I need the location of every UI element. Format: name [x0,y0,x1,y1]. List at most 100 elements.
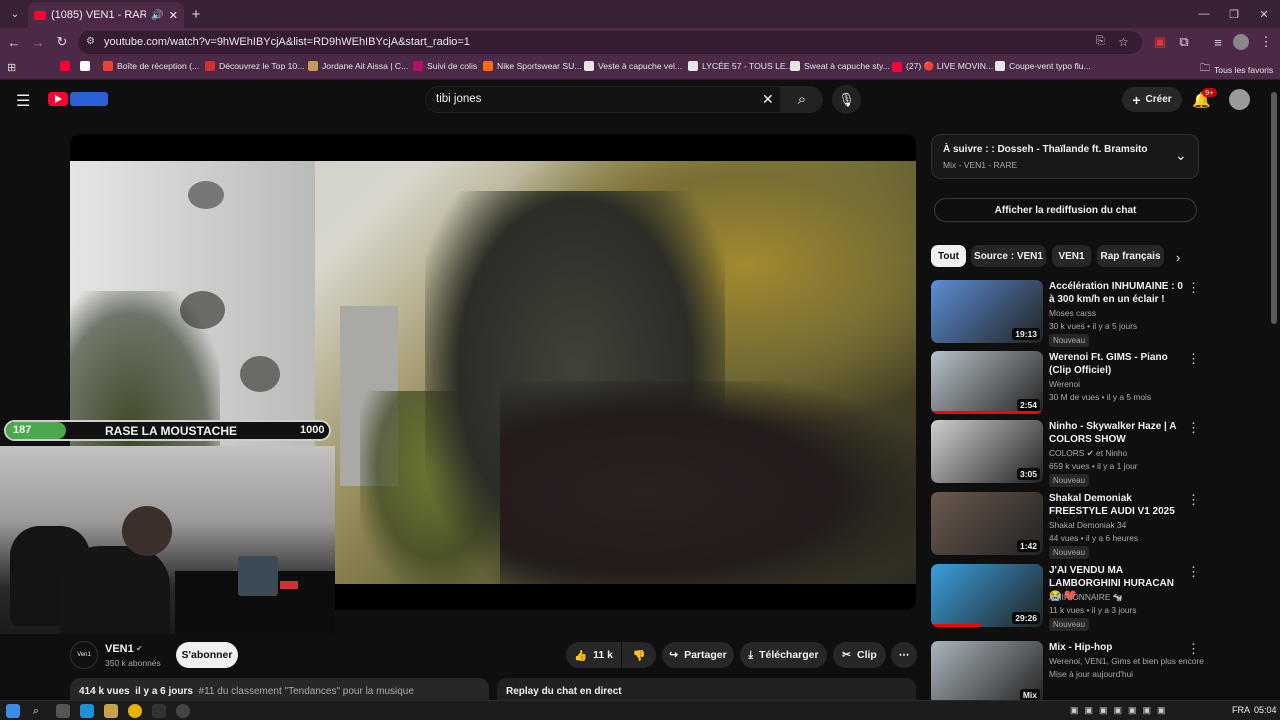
bookmark-item[interactable]: (27) 🔴 LIVE MOVIN... [892,61,993,72]
tab-search-icon[interactable]: ⌄ [6,5,24,23]
subscribe-button[interactable]: S'abonner [176,642,238,668]
hamburger-menu-icon[interactable]: ☰ [16,91,30,111]
video-channel[interactable]: AMIRIONNAIRE 🐄 [1049,592,1123,603]
video-menu-icon[interactable]: ⋮ [1187,280,1200,296]
install-icon[interactable]: ⎘ [1096,35,1105,48]
close-tab-icon[interactable]: ✕ [169,9,178,22]
search-input[interactable]: tibi jones [436,93,481,105]
video-thumbnail[interactable]: 29:26 [931,564,1043,627]
reload-icon[interactable]: ↻ [54,34,70,50]
chip-source[interactable]: Source : VEN1 [971,245,1046,267]
video-thumbnail[interactable]: 3:05 [931,420,1043,483]
video-channel[interactable]: Shakal Demoniak 34 [1049,520,1126,530]
download-button[interactable]: ⤓ Télécharger [740,642,827,668]
site-info-icon[interactable]: ⚙ [86,36,95,47]
video-channel[interactable]: Werenoi, VEN1, Gims et bien plus encore [1049,656,1204,666]
video-channel[interactable]: COLORS ✔ et Ninho [1049,448,1127,458]
video-channel[interactable]: Moses carss [1049,308,1096,318]
more-actions-button[interactable]: ⋯ [891,642,917,668]
bookmark-star-icon[interactable]: ☆ [1118,35,1129,49]
video-channel[interactable]: Werenoi [1049,379,1080,389]
channel-avatar[interactable]: Ven1 [70,641,98,669]
close-window-button[interactable]: ✕ [1256,6,1272,22]
account-avatar[interactable] [1229,89,1250,110]
clear-search-icon[interactable]: ✕ [762,91,774,108]
video-thumbnail[interactable]: 19:13 [931,280,1043,343]
like-button[interactable]: 👍 11 k [566,642,621,668]
video-menu-icon[interactable]: ⋮ [1187,564,1200,580]
bookmark-item[interactable] [60,61,74,71]
chrome-menu-icon[interactable]: ⋮ [1258,34,1274,50]
chip-ven1[interactable]: VEN1 [1052,245,1091,267]
bookmark-item[interactable]: LYCÉE 57 - TOUS LE... [688,61,793,71]
chevron-down-icon[interactable]: ⌄ [1175,147,1187,164]
minimize-button[interactable]: — [1196,6,1212,22]
language-indicator[interactable]: FRA [1232,705,1250,715]
clock[interactable]: 05:04 [1254,705,1277,715]
video-thumbnail[interactable]: Mix [931,641,1043,704]
show-chat-replay-button[interactable]: Afficher la rediffusion du chat [934,198,1197,222]
video-menu-icon[interactable]: ⋮ [1187,420,1200,436]
bookmark-item[interactable]: Sweat à capuche sty... [790,61,890,71]
task-view-icon[interactable] [56,704,70,718]
dislike-button[interactable]: 👎 [622,642,656,668]
obs-icon[interactable] [152,704,166,718]
share-button[interactable]: ↪ Partager [662,642,734,668]
tab-youtube[interactable]: (1085) VEN1 - RARE - YouT 🔊 ✕ [28,2,184,28]
chrome-icon[interactable] [128,704,142,718]
video-menu-icon[interactable]: ⋮ [1187,641,1200,657]
explorer-icon[interactable] [104,704,118,718]
search-box[interactable]: tibi jones ✕ [425,86,781,113]
new-tab-button[interactable]: + [188,6,204,23]
bookmark-item[interactable]: Coupe-vent typo flu... [995,61,1091,71]
media-control-icon[interactable]: ≡ [1210,34,1226,50]
clip-button[interactable]: ✂ Clip [833,642,886,668]
recommended-video[interactable]: Mix Mix - Hip-hop Werenoi, VEN1, Gims et b… [931,641,1267,707]
all-bookmarks-folder[interactable]: 🗀 Tous les favoris [1200,61,1273,78]
search-button[interactable]: ⌕ [781,86,823,113]
video-thumbnail[interactable]: 1:42 [931,492,1043,555]
bookmark-item[interactable]: Suivi de colis [413,61,477,71]
recommended-video[interactable]: 29:26 J'AI VENDU MA LAMBORGHINI HURACAN 😭… [931,564,1267,631]
audio-icon[interactable]: 🔊 [151,10,163,21]
profile-avatar[interactable] [1233,34,1249,50]
recommended-video[interactable]: 2:54 Werenoi Ft. GIMS - Piano (Clip Offic… [931,351,1267,417]
bookmark-item[interactable] [80,61,94,71]
chip-all[interactable]: Tout [931,245,966,267]
bookmark-item[interactable]: Boîte de réception (... [103,61,199,71]
recommended-video[interactable]: 3:05 Ninho - Skywalker Haze | A COLORS SH… [931,420,1267,487]
recommended-video[interactable]: 19:13 Accélération INHUMAINE : 0 à 300 km… [931,280,1267,347]
forward-icon[interactable]: → [30,34,46,50]
windows-start-icon[interactable] [6,704,20,718]
apps-grid-icon[interactable]: ⊞ [7,61,16,74]
extension-icon[interactable]: ▣ [1152,34,1168,50]
chevron-right-icon[interactable]: › [1176,250,1180,265]
video-menu-icon[interactable]: ⋮ [1187,492,1200,508]
video-thumbnail[interactable]: 2:54 [931,351,1043,414]
video-title[interactable]: Accélération INHUMAINE : 0 à 300 km/h en… [1049,280,1189,306]
page-scrollbar[interactable] [1271,92,1277,324]
video-menu-icon[interactable]: ⋮ [1187,351,1200,367]
edge-icon[interactable] [80,704,94,718]
voice-search-button[interactable]: 🎙 [832,85,861,114]
app-icon[interactable] [176,704,190,718]
bookmark-item[interactable]: Veste à capuche vel... [584,61,682,71]
chip-rap-francais[interactable]: Rap français [1097,245,1164,267]
back-icon[interactable]: ← [6,34,22,50]
search-taskbar-icon[interactable]: ⌕ [29,704,43,718]
create-button[interactable]: + Créer [1122,87,1182,112]
extensions-puzzle-icon[interactable]: ⧉ [1176,34,1192,50]
video-title[interactable]: Shakal Demoniak FREESTYLE AUDI V1 2025 [1049,492,1189,518]
system-tray-icons[interactable]: ▣▣▣▣▣▣▣ [1070,705,1172,716]
video-title[interactable]: Ninho - Skywalker Haze | A COLORS SHOW [1049,420,1189,446]
up-next-panel[interactable]: À suivre : : Dosseh - Thaïlande ft. Bram… [931,134,1199,179]
channel-name[interactable]: VEN1 [105,643,134,655]
url-text[interactable]: youtube.com/watch?v=9hWEhIBYcjA&list=RD9… [104,36,470,48]
bookmark-item[interactable]: Découvrez le Top 10... [205,61,304,71]
recommended-video[interactable]: 1:42 Shakal Demoniak FREESTYLE AUDI V1 20… [931,492,1267,559]
video-title[interactable]: Werenoi Ft. GIMS - Piano (Clip Officiel) [1049,351,1189,377]
omnibox[interactable]: ⚙ youtube.com/watch?v=9hWEhIBYcjA&list=R… [78,31,1142,54]
restore-button[interactable]: ❐ [1226,6,1242,22]
youtube-logo[interactable] [48,92,68,106]
youtube-doodle-logo[interactable] [70,92,108,106]
